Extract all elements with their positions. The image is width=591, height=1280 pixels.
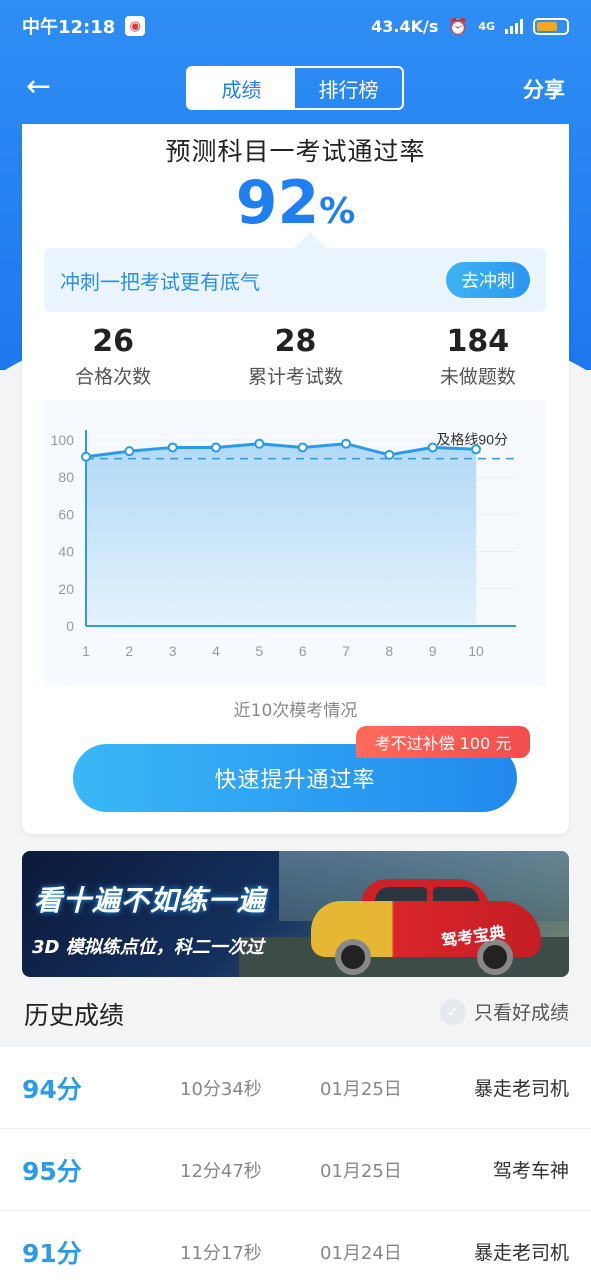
status-time: 中午12:18 — [22, 17, 116, 38]
history-score: 91分 — [22, 1238, 82, 1268]
x-tick-label: 7 — [342, 643, 350, 659]
y-tick-label: 0 — [66, 618, 74, 634]
prediction-title: 预测科目一考试通过率 — [165, 137, 426, 166]
data-point — [167, 442, 178, 453]
x-tick-label: 9 — [429, 643, 437, 659]
x-tick-label: 4 — [212, 643, 220, 659]
tab-switcher: 成绩 排行榜 — [186, 66, 404, 110]
x-tick-label: 5 — [255, 643, 263, 659]
history-row[interactable]: 91分 11分17秒 01月24日 暴走老司机 — [0, 1210, 591, 1280]
history-row[interactable]: 94分 10分34秒 01月25日 暴走老司机 — [0, 1046, 591, 1128]
sprint-button[interactable]: 去冲刺 — [446, 262, 530, 298]
stat-label: 未做题数 — [439, 366, 516, 388]
sprint-tip-text: 冲刺一把考试更有底气 — [60, 269, 260, 294]
stat-passed: 26 合格次数 — [22, 324, 204, 389]
filter-label: 只看好成绩 — [473, 1002, 569, 1024]
status-bar: 中午12:18 ◉ 43.4K/s ⏰ 4G — [0, 0, 591, 52]
data-point — [81, 451, 91, 462]
x-tick-label: 10 — [468, 643, 484, 659]
compensation-badge: 考不过补偿 100 元 — [356, 726, 530, 758]
history-user: 暴走老司机 — [473, 1242, 569, 1264]
x-tick-label: 2 — [125, 643, 133, 659]
prediction-value: 92% — [22, 168, 569, 238]
history-duration: 11分17秒 — [180, 1242, 262, 1264]
history-duration: 10分34秒 — [180, 1078, 262, 1100]
stat-label: 累计考试数 — [247, 366, 343, 388]
y-tick-label: 100 — [51, 432, 75, 448]
history-row[interactable]: 95分 12分47秒 01月25日 驾考车神 — [0, 1128, 591, 1210]
banner-subline: 3D 模拟练点位，科二一次过 — [32, 937, 264, 958]
alarm-icon: ⏰ — [448, 16, 469, 36]
history-date: 01月25日 — [320, 1078, 402, 1100]
data-point — [254, 438, 265, 449]
history-title: 历史成绩 — [24, 1001, 125, 1030]
map-app-icon: ◉ — [125, 16, 146, 36]
stat-undone: 184 未做题数 — [387, 324, 569, 389]
x-tick-label: 3 — [169, 643, 177, 659]
nav-bar: ← 成绩 排行榜 分享 — [0, 64, 591, 112]
prediction-number: 92 — [235, 168, 320, 238]
area-fill — [86, 443, 476, 626]
threshold-label: 及格线90分 — [436, 432, 508, 448]
data-point — [211, 442, 221, 453]
history-score: 95分 — [22, 1156, 82, 1186]
history-user: 暴走老司机 — [473, 1078, 569, 1100]
ad-banner[interactable]: 驾考宝典 看十遍不如练一遍 3D 模拟练点位，科二一次过 — [22, 851, 569, 977]
y-tick-label: 40 — [58, 544, 74, 560]
good-scores-filter[interactable]: ✓ 只看好成绩 — [439, 998, 569, 1025]
check-icon[interactable]: ✓ — [439, 998, 466, 1025]
data-point — [341, 438, 351, 449]
car-illustration: 驾考宝典 — [301, 873, 551, 975]
history-user: 驾考车神 — [492, 1160, 569, 1182]
history-date: 01月24日 — [320, 1242, 402, 1264]
stat-value: 28 — [274, 324, 317, 359]
banner-headline: 看十遍不如练一遍 — [34, 884, 267, 917]
stat-value: 184 — [446, 324, 510, 359]
battery-icon — [533, 17, 569, 35]
history-date: 01月25日 — [320, 1160, 402, 1182]
data-point — [297, 442, 308, 453]
y-tick-label: 80 — [58, 469, 74, 485]
net-speed: 43.4K/s — [371, 16, 439, 36]
history-list: 94分 10分34秒 01月25日 暴走老司机 95分 12分47秒 01月25… — [0, 1046, 591, 1280]
y-tick-label: 60 — [58, 506, 74, 522]
tab-ranking[interactable]: 排行榜 — [295, 68, 402, 108]
score-card: 预测科目一考试通过率 92% 冲刺一把考试更有底气 去冲刺 26 合格次数 28… — [22, 124, 569, 834]
chart-caption: 近10次模考情况 — [233, 701, 358, 721]
prediction-unit: % — [319, 191, 356, 232]
data-point — [384, 449, 395, 460]
data-point — [124, 446, 135, 457]
x-tick-label: 6 — [299, 643, 307, 659]
signal-icon — [505, 18, 523, 34]
history-duration: 12分47秒 — [180, 1160, 262, 1182]
y-tick-label: 20 — [58, 581, 74, 597]
stats-row: 26 合格次数 28 累计考试数 184 未做题数 — [22, 324, 569, 389]
score-chart: 0 20 40 60 80 100 及格线90分 1 2 3 4 5 6 7 8 9 10 — [44, 400, 546, 686]
score-chart-svg: 0 20 40 60 80 100 及格线90分 1 2 3 4 5 6 7 8 9 10 — [51, 430, 516, 659]
sprint-tip: 冲刺一把考试更有底气 去冲刺 — [44, 232, 546, 312]
back-arrow-icon[interactable]: ← — [26, 72, 51, 102]
x-tick-label: 1 — [82, 643, 90, 659]
network-label: 4G — [478, 19, 495, 33]
share-button[interactable]: 分享 — [523, 74, 565, 104]
stat-label: 合格次数 — [75, 366, 152, 388]
history-score: 94分 — [22, 1074, 82, 1104]
stat-value: 26 — [92, 324, 135, 359]
stat-total-exams: 28 累计考试数 — [204, 324, 386, 389]
data-point — [427, 442, 438, 453]
tab-scores[interactable]: 成绩 — [188, 68, 295, 108]
x-tick-label: 8 — [385, 643, 393, 659]
data-point — [471, 444, 481, 455]
